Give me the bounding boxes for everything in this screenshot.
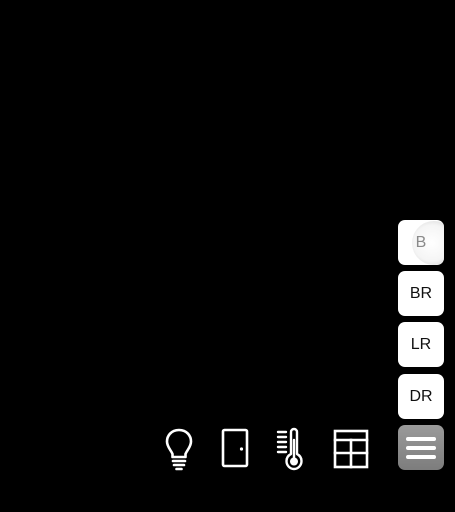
room-button-label: LR bbox=[410, 335, 432, 353]
room-button-dr[interactable]: DR bbox=[398, 374, 444, 419]
room-button-lr[interactable]: LR bbox=[398, 322, 444, 367]
room-button-b[interactable]: B bbox=[398, 220, 444, 265]
hamburger-menu-icon bbox=[406, 436, 436, 441]
room-button-label: B bbox=[415, 233, 427, 251]
hamburger-menu-icon bbox=[406, 454, 436, 459]
room-button-label: BR bbox=[409, 284, 433, 302]
menu-button[interactable] bbox=[398, 425, 444, 470]
room-button-label: DR bbox=[409, 387, 433, 405]
lightbulb-icon[interactable] bbox=[161, 427, 197, 471]
app-screen: B BR LR DR bbox=[0, 0, 455, 512]
thermometer-icon[interactable] bbox=[272, 427, 308, 471]
room-button-br[interactable]: BR bbox=[398, 271, 444, 316]
window-icon[interactable] bbox=[332, 427, 370, 471]
hamburger-menu-icon bbox=[406, 445, 436, 450]
door-icon[interactable] bbox=[217, 427, 253, 471]
